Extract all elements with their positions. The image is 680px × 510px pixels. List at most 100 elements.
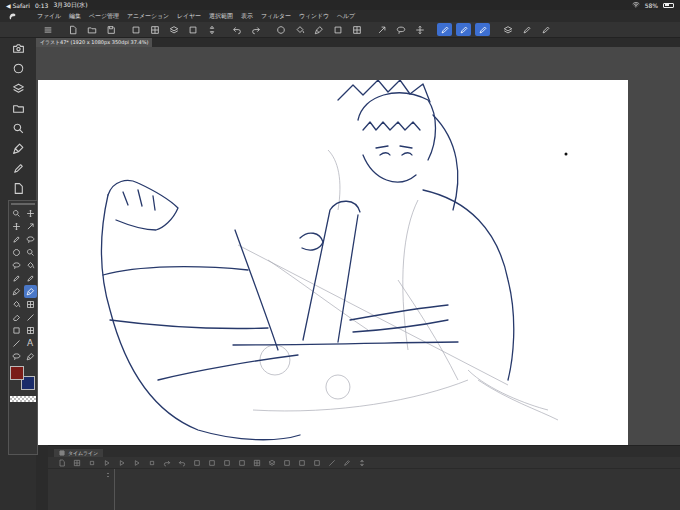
- redo-icon[interactable]: [163, 459, 171, 467]
- command-button[interactable]: [519, 23, 534, 36]
- toolbar-button[interactable]: [12, 62, 25, 75]
- menu-item[interactable]: ヘルプ: [337, 13, 355, 19]
- undo-icon[interactable]: [178, 459, 186, 467]
- menu-item[interactable]: 選択範囲: [209, 13, 233, 19]
- command-button[interactable]: [475, 23, 490, 36]
- command-button[interactable]: [330, 23, 345, 36]
- transparent-color[interactable]: [10, 396, 36, 402]
- tool-button[interactable]: [24, 311, 37, 324]
- pen-icon[interactable]: [343, 459, 351, 467]
- command-button[interactable]: [84, 23, 99, 36]
- layers-icon[interactable]: [268, 459, 276, 467]
- command-button[interactable]: [393, 23, 408, 36]
- tool-button[interactable]: [10, 259, 23, 272]
- menu-item[interactable]: フィルター: [261, 13, 291, 19]
- menu-item[interactable]: アニメーション: [127, 13, 169, 19]
- tool-button[interactable]: [10, 246, 23, 259]
- tool-button[interactable]: [10, 207, 23, 220]
- toolbar-button[interactable]: [12, 42, 25, 55]
- command-button[interactable]: [412, 23, 427, 36]
- menu-item[interactable]: ウィンドウ: [299, 13, 329, 19]
- toolbar-button[interactable]: [12, 162, 25, 175]
- tool-button[interactable]: [10, 272, 23, 285]
- command-button[interactable]: [185, 23, 200, 36]
- grid-icon[interactable]: [253, 459, 261, 467]
- tool-button[interactable]: [10, 298, 23, 311]
- stop-icon[interactable]: [148, 459, 156, 467]
- tool-button[interactable]: [24, 285, 37, 298]
- toolbar-button[interactable]: [12, 102, 25, 115]
- tool-button[interactable]: [24, 324, 37, 337]
- color-swatch[interactable]: [10, 366, 24, 380]
- clip-studio-logo-icon[interactable]: [8, 12, 17, 21]
- command-button[interactable]: [103, 23, 118, 36]
- command-button[interactable]: [147, 23, 162, 36]
- tool-button[interactable]: [24, 298, 37, 311]
- command-button[interactable]: [500, 23, 515, 36]
- command-button[interactable]: [273, 23, 288, 36]
- square-icon[interactable]: [208, 459, 216, 467]
- toolbar-button[interactable]: [12, 182, 25, 195]
- toolbar-button[interactable]: [12, 82, 25, 95]
- updown-icon[interactable]: [105, 471, 111, 479]
- command-button[interactable]: [437, 23, 452, 36]
- document-tab[interactable]: イラスト47* (1920 x 1080px 350dpi 37.4%): [36, 38, 152, 47]
- play-icon[interactable]: [103, 459, 111, 467]
- stop-icon[interactable]: [88, 459, 96, 467]
- square-icon[interactable]: [298, 459, 306, 467]
- tool-button[interactable]: [10, 233, 23, 246]
- command-button[interactable]: [40, 23, 55, 36]
- square-icon[interactable]: [313, 459, 321, 467]
- workspace: イラスト47* (1920 x 1080px 350dpi 37.4%) タイム…: [36, 38, 680, 510]
- square-icon[interactable]: [283, 459, 291, 467]
- menu-item[interactable]: ページ管理: [89, 13, 119, 19]
- menu-item[interactable]: ファイル: [37, 13, 61, 19]
- command-button[interactable]: [166, 23, 181, 36]
- toolbar-button[interactable]: [12, 142, 25, 155]
- menu-item[interactable]: 表示: [241, 13, 253, 19]
- tool-button[interactable]: [24, 246, 37, 259]
- tool-button[interactable]: A: [24, 337, 37, 350]
- command-button[interactable]: [349, 23, 364, 36]
- command-button[interactable]: [248, 23, 263, 36]
- timeline-tab[interactable]: タイムライン: [54, 449, 103, 457]
- command-button[interactable]: [311, 23, 326, 36]
- tool-button[interactable]: [10, 220, 23, 233]
- tool-button[interactable]: [24, 272, 37, 285]
- tool-button[interactable]: [10, 350, 23, 363]
- palette-grip[interactable]: [11, 203, 35, 205]
- play-icon[interactable]: [133, 459, 141, 467]
- menu-item[interactable]: 編集: [69, 13, 81, 19]
- command-button[interactable]: [292, 23, 307, 36]
- updown-icon[interactable]: [358, 459, 366, 467]
- tool-button[interactable]: [10, 285, 23, 298]
- square-icon[interactable]: [193, 459, 201, 467]
- menu-item[interactable]: レイヤー: [177, 13, 201, 19]
- canvas[interactable]: [38, 80, 628, 445]
- square-icon[interactable]: [238, 459, 246, 467]
- tool-button[interactable]: [24, 220, 37, 233]
- tool-button[interactable]: [10, 311, 23, 324]
- tool-button[interactable]: [24, 259, 37, 272]
- tool-palette[interactable]: A: [8, 200, 38, 455]
- tool-button[interactable]: [24, 207, 37, 220]
- square-icon[interactable]: [223, 459, 231, 467]
- command-button[interactable]: [229, 23, 244, 36]
- command-button[interactable]: [538, 23, 553, 36]
- tool-button[interactable]: [10, 337, 23, 350]
- back-link[interactable]: ◀ Safari: [6, 2, 30, 9]
- grid-icon[interactable]: [73, 459, 81, 467]
- command-button[interactable]: [204, 23, 219, 36]
- command-button[interactable]: [65, 23, 80, 36]
- tool-button[interactable]: [10, 324, 23, 337]
- tool-button[interactable]: [24, 233, 37, 246]
- tool-button[interactable]: [24, 350, 37, 363]
- page-icon[interactable]: [58, 459, 66, 467]
- command-button[interactable]: [456, 23, 471, 36]
- line-icon[interactable]: [328, 459, 336, 467]
- timeline-frames[interactable]: [115, 469, 680, 510]
- command-button[interactable]: [374, 23, 389, 36]
- command-button[interactable]: [128, 23, 143, 36]
- play-icon[interactable]: [118, 459, 126, 467]
- toolbar-button[interactable]: [12, 122, 25, 135]
